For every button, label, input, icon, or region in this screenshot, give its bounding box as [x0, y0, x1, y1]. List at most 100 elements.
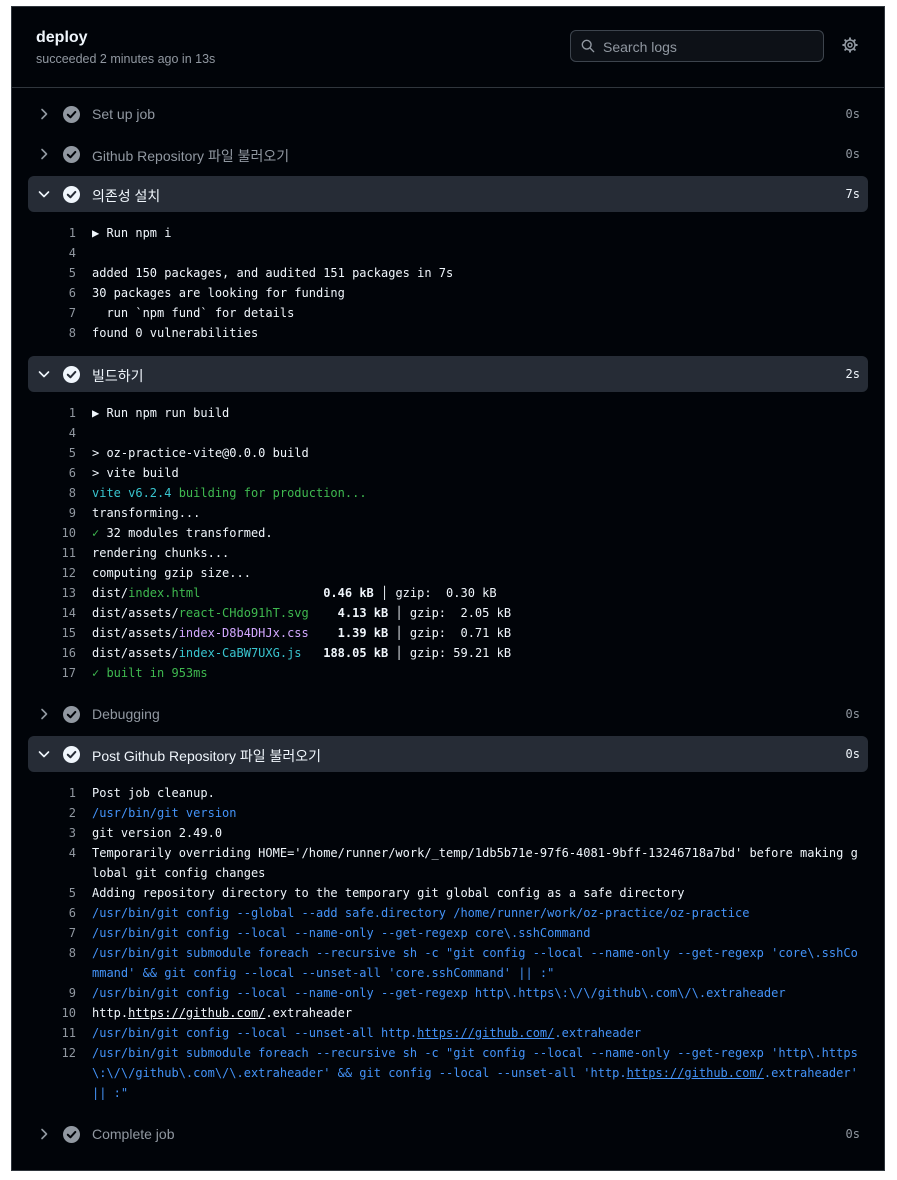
log-text: ✓ built in 953ms	[92, 666, 208, 680]
line-number[interactable]: 12	[28, 563, 76, 583]
line-number[interactable]: 11	[28, 543, 76, 563]
check-circle-icon	[63, 146, 80, 163]
line-number[interactable]: 1	[28, 403, 76, 423]
log-text[interactable]: ▶ Run npm i	[92, 223, 864, 243]
line-number[interactable]: 11	[28, 1023, 76, 1043]
log-text: /usr/bin/git submodule foreach --recursi…	[92, 1043, 864, 1103]
gear-icon[interactable]	[842, 37, 858, 53]
log-text: dist/assets/index-CaBW7UXG.js 188.05 kB …	[92, 643, 864, 663]
line-number[interactable]: 1	[28, 223, 76, 243]
line-number[interactable]: 5	[28, 883, 76, 903]
log-text[interactable]: ▶ Run npm run build	[92, 403, 864, 423]
step-post-github-repository[interactable]: Post Github Repository 파일 불러오기 0s	[28, 736, 868, 772]
line-number[interactable]: 7	[28, 923, 76, 943]
line-number[interactable]: 5	[28, 263, 76, 283]
line-number[interactable]: 10	[28, 523, 76, 543]
step-complete-job[interactable]: Complete job 0s	[28, 1116, 868, 1152]
log-text: dist/assets/index-D8b4DHJx.css 1.39 kB │…	[92, 623, 864, 643]
gzip-size: │ gzip: 0.30 kB	[373, 586, 497, 600]
log-text: Temporarily overriding HOME='/home/runne…	[92, 846, 858, 880]
step-duration: 0s	[845, 707, 860, 721]
step-duration: 7s	[845, 187, 860, 201]
log-text: added 150 packages, and audited 151 pack…	[92, 266, 454, 280]
job-status: succeeded 2 minutes ago in 13s	[36, 52, 216, 66]
job-title: deploy	[36, 29, 88, 46]
line-number[interactable]: 3	[28, 823, 76, 843]
log-text: /usr/bin/git submodule foreach --recursi…	[92, 946, 858, 980]
line-number[interactable]: 6	[28, 463, 76, 483]
line-number[interactable]: 13	[28, 583, 76, 603]
step-build[interactable]: 빌드하기 2s	[28, 356, 868, 392]
gzip-size: │ gzip: 2.05 kB	[388, 606, 512, 620]
log-fragment: 32 modules transformed.	[99, 526, 273, 540]
url-link[interactable]: https://github.com/	[128, 1006, 265, 1020]
file-dir: dist/	[92, 586, 129, 600]
line-number[interactable]: 14	[28, 603, 76, 623]
chevron-right-icon	[41, 108, 48, 120]
log-text: transforming...	[92, 506, 201, 520]
check-circle-icon	[63, 186, 80, 203]
check-circle-icon	[63, 1126, 80, 1143]
line-number[interactable]: 4	[28, 243, 76, 263]
file-size: 188.05 kB	[323, 646, 389, 660]
search-icon	[581, 39, 595, 53]
gzip-size: │ gzip: 59.21 kB	[388, 646, 512, 660]
url-link[interactable]: https://github.com/	[627, 1066, 764, 1080]
line-number[interactable]: 1	[28, 783, 76, 803]
line-number[interactable]: 9	[28, 503, 76, 523]
log-text: 30 packages are looking for funding	[92, 286, 345, 300]
line-number[interactable]: 6	[28, 283, 76, 303]
file-name: index-D8b4DHJx.css	[178, 626, 309, 640]
line-number[interactable]: 9	[28, 983, 76, 1003]
job-log-panel: deploy succeeded 2 minutes ago in 13s Se…	[11, 6, 885, 1171]
step-name: Post Github Repository 파일 불러오기	[92, 748, 322, 764]
chevron-down-icon	[38, 191, 50, 198]
step-duration: 0s	[845, 147, 860, 161]
file-size: 4.13 kB	[337, 606, 389, 620]
log-text: found 0 vulnerabilities	[92, 326, 259, 340]
log-text: Post job cleanup.	[92, 786, 215, 800]
check-circle-icon	[63, 706, 80, 723]
line-number[interactable]: 4	[28, 423, 76, 443]
line-number[interactable]: 12	[28, 1043, 76, 1063]
log-text: Adding repository directory to the tempo…	[92, 886, 685, 900]
check-circle-icon	[63, 746, 80, 763]
step-name: 의존성 설치	[92, 188, 161, 204]
line-number[interactable]: 6	[28, 903, 76, 923]
step-debugging[interactable]: Debugging 0s	[28, 696, 868, 732]
file-name: react-CHdo91hT.svg	[178, 606, 309, 620]
line-number[interactable]: 15	[28, 623, 76, 643]
line-number[interactable]: 17	[28, 663, 76, 683]
url-link[interactable]: https://github.com/	[417, 1026, 554, 1040]
step-name: 빌드하기	[92, 368, 144, 384]
line-number[interactable]: 8	[28, 483, 76, 503]
chevron-down-icon	[38, 371, 50, 378]
line-number[interactable]: 8	[28, 323, 76, 343]
log-fragment: building for production...	[171, 486, 367, 500]
log-text: run `npm fund` for details	[92, 306, 295, 320]
file-dir: dist/assets/	[92, 606, 179, 620]
log-text: dist/index.html 0.46 kB │ gzip: 0.30 kB	[92, 583, 864, 603]
line-number[interactable]: 5	[28, 443, 76, 463]
step-install-dependencies[interactable]: 의존성 설치 7s	[28, 176, 868, 212]
step-github-repository[interactable]: Github Repository 파일 불러오기 0s	[28, 136, 868, 172]
line-number[interactable]: 16	[28, 643, 76, 663]
line-number[interactable]: 7	[28, 303, 76, 323]
line-number[interactable]: 2	[28, 803, 76, 823]
line-number[interactable]: 10	[28, 1003, 76, 1023]
check-circle-icon	[63, 366, 80, 383]
log-text: > vite build	[92, 466, 179, 480]
log-text: rendering chunks...	[92, 546, 230, 560]
job-header: deploy succeeded 2 minutes ago in 13s Se…	[12, 7, 884, 88]
log-text: dist/assets/react-CHdo91hT.svg 4.13 kB │…	[92, 603, 864, 623]
gzip-size: │ gzip: 0.71 kB	[388, 626, 512, 640]
search-logs-input[interactable]: Search logs	[570, 30, 824, 62]
step-set-up-job[interactable]: Set up job 0s	[28, 96, 868, 132]
vite-version: vite v6.2.4	[92, 486, 172, 500]
line-number[interactable]: 8	[28, 943, 76, 963]
line-number[interactable]: 4	[28, 843, 76, 863]
log-text: vite v6.2.4 building for production...	[92, 483, 864, 503]
